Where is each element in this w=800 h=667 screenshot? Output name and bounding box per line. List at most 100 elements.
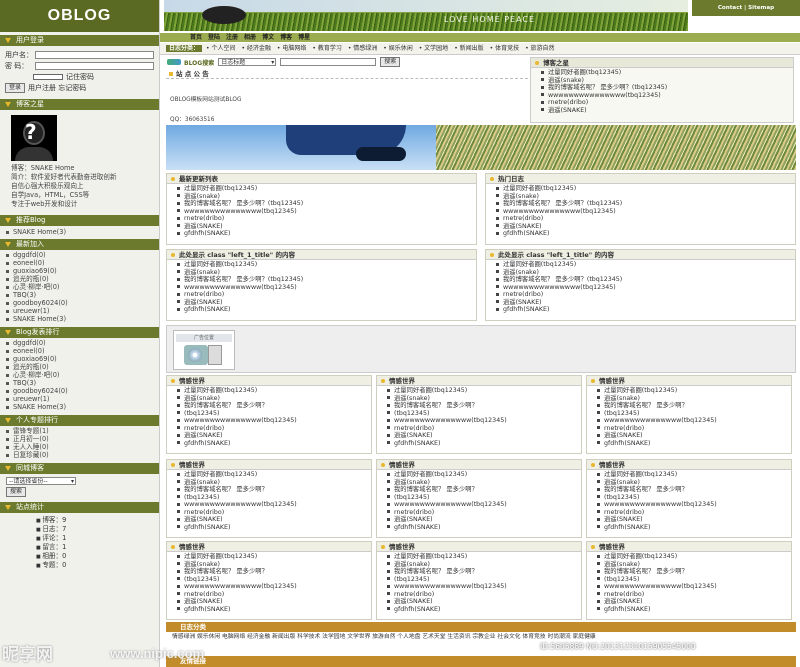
list-item[interactable]: TBQ(3)	[0, 291, 159, 299]
list-item[interactable]: goodboy6024(0)	[0, 299, 159, 307]
list-item[interactable]: 逍遥(SNAKE)	[387, 516, 581, 524]
list-item[interactable]: 逍遥(snake)	[177, 193, 476, 201]
list-item[interactable]: ureuewr(1)	[0, 307, 159, 315]
list-item[interactable]: 逍遥(snake)	[496, 269, 795, 277]
list-item[interactable]: 逍遥(SNAKE)	[177, 598, 371, 606]
nav-item[interactable]: 博客	[280, 34, 292, 41]
list-item[interactable]: gfdhfh(SNAKE)	[387, 440, 581, 448]
list-item[interactable]: 逍遥(snake)	[597, 395, 791, 403]
list-item[interactable]: wwwwwwwwwwwwwww(tbq12345)	[177, 208, 476, 216]
category-links[interactable]: 情感绿洲 娱乐休闲 电脑网络 经济金融 新闻出版 科学技术 法学园地 文学世界 …	[166, 633, 796, 651]
top-links[interactable]: Contact | Sitemap	[692, 0, 800, 16]
category-link[interactable]: • 文学园地	[419, 45, 448, 52]
list-item[interactable]: TBQ(3)	[0, 379, 159, 387]
category-link[interactable]: • 娱乐休闲	[383, 45, 412, 52]
list-item[interactable]: wwwwwwwwwwwwwww(tbq12345)	[597, 501, 791, 509]
list-item[interactable]: wwwwwwwwwwwwwww(tbq12345)	[496, 284, 795, 292]
list-item[interactable]: eoneel(0)	[0, 347, 159, 355]
list-item[interactable]: gfdhfh(SNAKE)	[387, 524, 581, 532]
site-logo[interactable]: OBLOG	[0, 0, 159, 32]
nav-item[interactable]: 登陆	[208, 34, 220, 41]
list-item[interactable]: 逍遥(snake)	[177, 395, 371, 403]
search-type-select[interactable]: 日志标题	[218, 58, 277, 66]
list-item[interactable]: (tbq12345)	[597, 410, 791, 418]
list-item[interactable]: 过量同好者圈(tbq12345)	[597, 471, 791, 479]
password-input[interactable]	[35, 61, 154, 70]
list-item[interactable]: (tbq12345)	[177, 576, 371, 584]
list-item[interactable]: wwwwwwwwwwwwwww(tbq12345)	[177, 284, 476, 292]
search-input[interactable]	[280, 58, 377, 66]
list-item[interactable]: 我的博客域名呢？ 是多少啊？(tbq12345)	[177, 200, 476, 208]
list-item[interactable]: 心灵·柳岸·吧(0)	[0, 283, 159, 291]
list-item[interactable]: 我的博客域名呢？ 是多少啊？	[597, 486, 791, 494]
username-input[interactable]	[35, 50, 154, 59]
list-item[interactable]: 我的博客域名呢？ 是多少啊？(tbq12345)	[496, 276, 795, 284]
list-item[interactable]: 过量同好者圈(tbq12345)	[541, 69, 793, 77]
list-item[interactable]: 我的博客域名呢？ 是多少啊？	[387, 568, 581, 576]
list-item[interactable]: 逍遥(snake)	[387, 479, 581, 487]
list-item[interactable]: wwwwwwwwwwwwwww(tbq12345)	[597, 583, 791, 591]
nav-item[interactable]: 博星	[298, 34, 310, 41]
list-item[interactable]: rnetre(dribo)	[387, 591, 581, 599]
list-item[interactable]: rnetre(dribo)	[597, 425, 791, 433]
category-link[interactable]: • 个人空间	[206, 45, 235, 52]
list-item[interactable]: dggdfd(0)	[0, 251, 159, 259]
list-item[interactable]: wwwwwwwwwwwwwww(tbq12345)	[177, 417, 371, 425]
list-item[interactable]: 雷锋专题(1)	[0, 427, 159, 435]
list-item[interactable]: rnetre(dribo)	[541, 99, 793, 107]
list-item[interactable]: rnetre(dribo)	[177, 425, 371, 433]
category-link[interactable]: • 经济金融	[241, 45, 270, 52]
list-item[interactable]: 逍遥(snake)	[177, 479, 371, 487]
list-item[interactable]: wwwwwwwwwwwwwww(tbq12345)	[387, 417, 581, 425]
nav-item[interactable]: 博文	[262, 34, 274, 41]
list-item[interactable]: 过量同好者圈(tbq12345)	[387, 471, 581, 479]
list-item[interactable]: gfdhfh(SNAKE)	[496, 230, 795, 238]
list-item[interactable]: 我的博客域名呢？ 是多少啊？	[387, 486, 581, 494]
list-item[interactable]: wwwwwwwwwwwwwww(tbq12345)	[177, 583, 371, 591]
ad-banner[interactable]: 广告位置	[166, 325, 796, 373]
list-item[interactable]: 正月初一(0)	[0, 435, 159, 443]
list-item[interactable]: 过量同好者圈(tbq12345)	[177, 471, 371, 479]
list-item[interactable]: 过量同好者圈(tbq12345)	[496, 185, 795, 193]
list-item[interactable]: 逍遥(SNAKE)	[177, 432, 371, 440]
list-item[interactable]: 逍遥(SNAKE)	[177, 516, 371, 524]
search-button[interactable]: 搜索	[380, 57, 401, 67]
list-item[interactable]: 过量同好者圈(tbq12345)	[597, 387, 791, 395]
list-item[interactable]: 我的博客域名呢？ 是多少啊？(tbq12345)	[496, 200, 795, 208]
list-item[interactable]: (tbq12345)	[387, 494, 581, 502]
list-item[interactable]: gfdhfh(SNAKE)	[597, 606, 791, 614]
list-item[interactable]: rnetre(dribo)	[177, 215, 476, 223]
list-item[interactable]: 日复珍藏(0)	[0, 451, 159, 459]
list-item[interactable]: rnetre(dribo)	[387, 509, 581, 517]
list-item[interactable]: wwwwwwwwwwwwwww(tbq12345)	[541, 92, 793, 100]
list-item[interactable]: wwwwwwwwwwwwwww(tbq12345)	[177, 501, 371, 509]
list-item[interactable]: 逍遥(SNAKE)	[387, 432, 581, 440]
list-item[interactable]: 过量同好者圈(tbq12345)	[387, 553, 581, 561]
list-item[interactable]: 逍遥(SNAKE)	[387, 598, 581, 606]
list-item[interactable]: 逍遥(snake)	[597, 561, 791, 569]
list-item[interactable]: 过量同好者圈(tbq12345)	[177, 261, 476, 269]
list-item[interactable]: 追光的瓶(0)	[0, 363, 159, 371]
list-item[interactable]: 逍遥(snake)	[387, 561, 581, 569]
list-item[interactable]: gfdhfh(SNAKE)	[387, 606, 581, 614]
list-item[interactable]: rnetre(dribo)	[496, 291, 795, 299]
list-item[interactable]: 逍遥(SNAKE)	[597, 516, 791, 524]
list-item[interactable]: 逍遥(SNAKE)	[597, 432, 791, 440]
list-item[interactable]: rnetre(dribo)	[177, 509, 371, 517]
list-item[interactable]: rnetre(dribo)	[496, 215, 795, 223]
list-item[interactable]: rnetre(dribo)	[597, 509, 791, 517]
list-item[interactable]: rnetre(dribo)	[597, 591, 791, 599]
list-item[interactable]: 我的博客域名呢？ 是多少啊？	[387, 402, 581, 410]
category-link[interactable]: • 电脑网络	[277, 45, 306, 52]
province-select[interactable]: --请选择省份--	[6, 477, 76, 485]
list-item[interactable]: 过量同好者圈(tbq12345)	[177, 387, 371, 395]
list-item[interactable]: gfdhfh(SNAKE)	[177, 440, 371, 448]
list-item[interactable]: 逍遥(SNAKE)	[177, 299, 476, 307]
list-item[interactable]: dggdfd(0)	[0, 339, 159, 347]
list-item[interactable]: rnetre(dribo)	[177, 291, 476, 299]
list-item[interactable]: 心灵·柳岸·吧(0)	[0, 371, 159, 379]
list-item[interactable]: (tbq12345)	[387, 576, 581, 584]
list-item[interactable]: (tbq12345)	[177, 410, 371, 418]
list-item[interactable]: 我的博客域名呢？ 是多少啊？	[597, 402, 791, 410]
list-item[interactable]: 逍遥(SNAKE)	[496, 299, 795, 307]
